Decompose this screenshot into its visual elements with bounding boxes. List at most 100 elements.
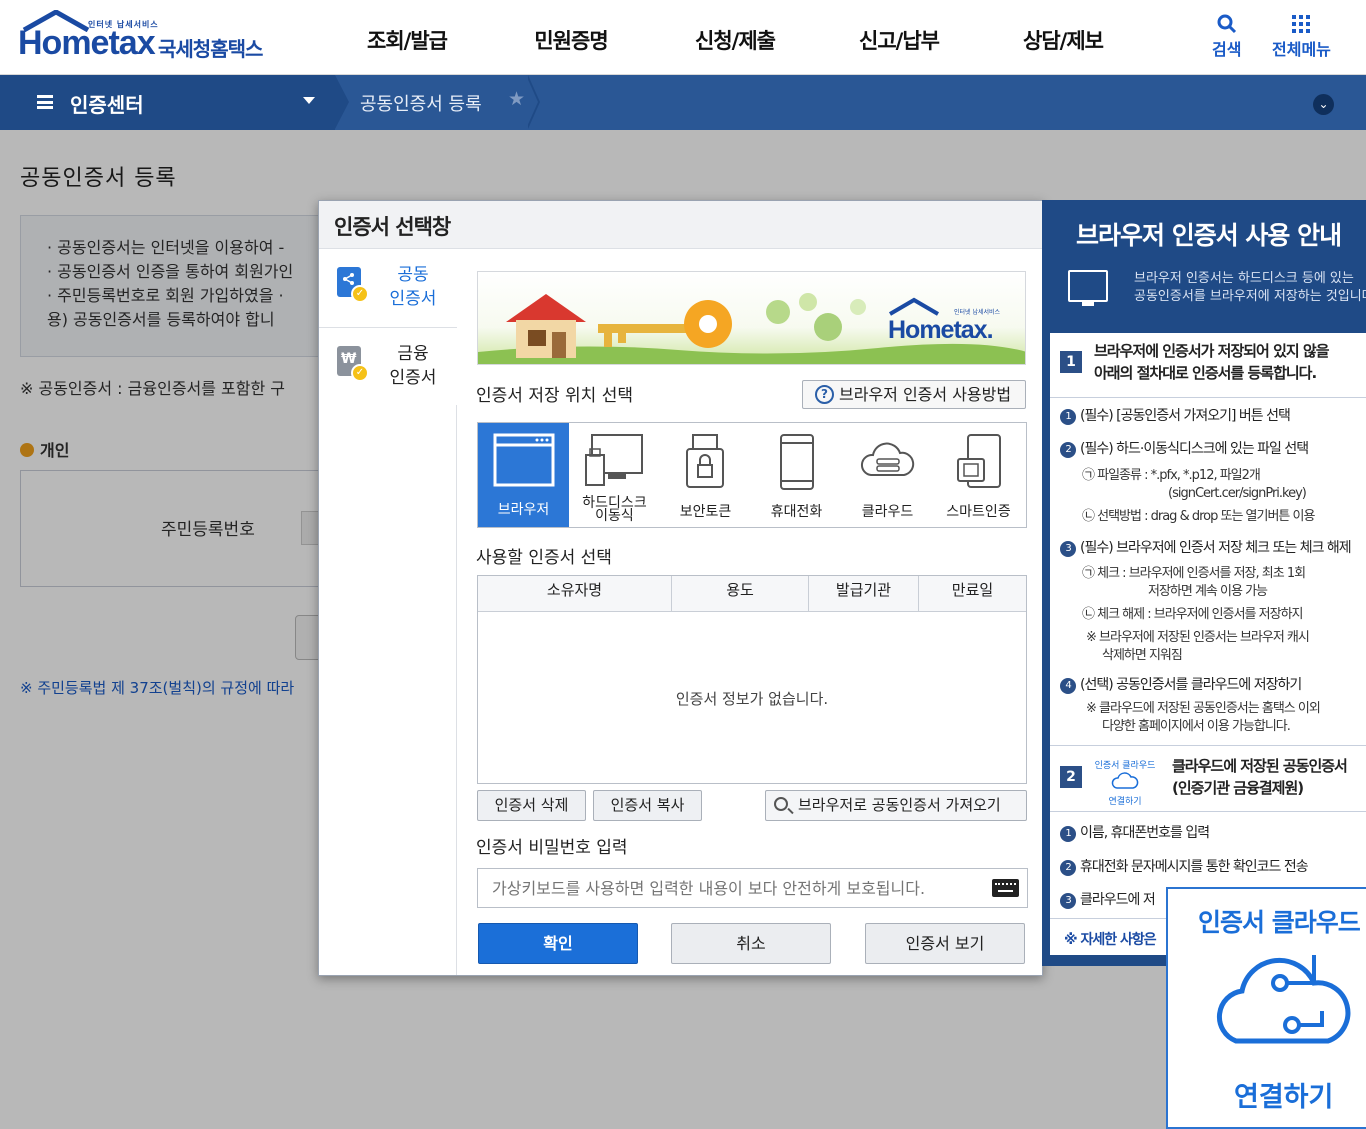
cloud-connect-mini-title: 인증서 클라우드 xyxy=(1094,761,1156,771)
check-badge-icon: ✓ xyxy=(351,364,369,382)
number-2-icon: 2 xyxy=(1060,442,1076,458)
breadcrumb-end-divider-inner xyxy=(526,75,538,129)
cloud-card-footer: 연결하기 xyxy=(1234,1082,1334,1113)
certificate-selection-modal: 인증서 선택창 ✓ 공동 인증서 ₩ ✓ 금융 인증서 Hometax. 인터넷… xyxy=(318,200,1043,976)
location-cloud[interactable]: 클라우드 xyxy=(842,423,933,527)
step-2-item-1: 1 이름, 휴대폰번호를 입력 xyxy=(1060,823,1210,843)
cert-table: 소유자명 용도 발급기관 만료일 인증서 정보가 없습니다. xyxy=(477,575,1027,784)
cert-password-input[interactable] xyxy=(477,868,1028,908)
favorite-star-icon[interactable]: ★ xyxy=(508,88,525,110)
location-security-token[interactable]: 보안토큰 xyxy=(660,423,751,527)
nav-item-consult[interactable]: 상담/제보 xyxy=(981,0,1145,75)
col-issuer[interactable]: 발급기관 xyxy=(809,576,919,611)
cert-type-sidebar: ✓ 공동 인증서 ₩ ✓ 금융 인증서 xyxy=(319,249,457,975)
cancel-button[interactable]: 취소 xyxy=(671,923,831,964)
import-browser-cert-button[interactable]: 브라우저로 공동인증서 가져오기 xyxy=(765,790,1027,821)
breadcrumb-separator xyxy=(335,75,349,129)
harddisk-usb-icon xyxy=(585,434,643,486)
search-icon xyxy=(1217,14,1236,34)
step-1-item-3a-line2: 저장하면 계속 이용 가능 xyxy=(1148,584,1268,599)
question-icon: ? xyxy=(815,385,834,404)
security-token-icon xyxy=(686,434,724,488)
col-purpose[interactable]: 용도 xyxy=(672,576,809,611)
step-1-item-1-text: (필수) [공동인증서 가져오기] 버튼 선택 xyxy=(1080,408,1291,424)
step-1-item-2-text: (필수) 하드·이동식디스크에 있는 파일 선택 xyxy=(1080,441,1309,457)
menu-title: 인증센터 xyxy=(70,93,144,117)
breadcrumb-current[interactable]: 공동인증서 등록 xyxy=(360,90,482,116)
password-title: 인증서 비밀번호 입력 xyxy=(476,838,628,858)
logo-korean-name: 국세청홈택스 xyxy=(158,37,263,61)
step-1-item-3: 3 (필수) 브라우저에 인증서 저장 체크 또는 체크 해제 xyxy=(1060,538,1352,558)
tab-financial-certificate[interactable]: ₩ ✓ 금융 인증서 xyxy=(319,327,457,405)
step-2-item-1-text: 이름, 휴대폰번호를 입력 xyxy=(1080,825,1210,841)
browser-cert-guide-label: 브라우저 인증서 사용방법 xyxy=(839,385,1012,404)
modal-header: 인증서 선택창 xyxy=(319,201,1042,249)
location-mobile-label: 휴대전화 xyxy=(770,504,823,520)
check-badge-icon: ✓ xyxy=(351,285,369,303)
guide-subtitle: 브라우저 인증서는 하드디스크 등에 있는 공동인증서를 브라우저에 저장하는 … xyxy=(1134,270,1366,306)
search-button[interactable]: 검색 xyxy=(1212,12,1241,60)
tab-joint-label-line1: 공동 xyxy=(397,265,429,285)
smart-auth-icon xyxy=(957,434,1001,488)
guide-more-link[interactable]: ※ 자세한 사항은 xyxy=(1064,930,1157,950)
search-label: 검색 xyxy=(1212,40,1242,59)
chevron-down-icon[interactable]: ⌄ xyxy=(1313,94,1334,115)
step-1-item-1: 1 (필수) [공동인증서 가져오기] 버튼 선택 xyxy=(1060,406,1291,426)
location-mobile[interactable]: 휴대전화 xyxy=(751,423,842,527)
nav-item-civil-certificate[interactable]: 민원증명 xyxy=(489,0,653,75)
sub-nav-bar: 인증센터 공동인증서 등록 ★ xyxy=(0,75,1366,130)
view-cert-button[interactable]: 인증서 보기 xyxy=(865,923,1025,964)
tab-joint-certificate[interactable]: ✓ 공동 인증서 xyxy=(319,249,457,327)
col-owner[interactable]: 소유자명 xyxy=(478,576,672,611)
number-3-icon: 3 xyxy=(1060,893,1076,909)
nav-item-inquiry[interactable]: 조회/발급 xyxy=(325,0,489,75)
caret-down-icon xyxy=(303,97,315,104)
menu-dropdown[interactable]: 인증센터 xyxy=(0,75,335,130)
monitor-icon xyxy=(1068,270,1108,306)
cert-table-empty: 인증서 정보가 없습니다. xyxy=(675,690,829,708)
hometax-banner: Hometax. 인터넷 납세서비스 xyxy=(477,271,1026,365)
delete-cert-button[interactable]: 인증서 삭제 xyxy=(477,790,586,821)
browser-cert-guide-button[interactable]: ? 브라우저 인증서 사용방법 xyxy=(802,380,1026,409)
site-header: 인터넷 납세서비스 Hometax 국세청홈택스 조회/발급 민원증명 신청/제… xyxy=(0,0,1366,75)
storage-location-list: 브라우저 하드디스크 이동식 보안토큰 휴대전화 클라우드 스마트인증 xyxy=(477,422,1027,528)
location-smart-auth-label: 스마트인증 xyxy=(946,504,1011,520)
step-1-item-3c-line1: ※ 브라우저에 저장된 인증서는 브라우저 캐시 xyxy=(1086,630,1310,645)
virtual-keyboard-icon[interactable] xyxy=(992,879,1019,897)
location-browser-label: 브라우저 xyxy=(497,502,550,518)
hamburger-icon xyxy=(37,95,53,109)
col-expiry[interactable]: 만료일 xyxy=(919,576,1026,611)
cloud-network-icon xyxy=(1216,955,1351,1044)
tab-joint-label-line2: 인증서 xyxy=(389,289,437,309)
browser-cert-guide-panel: 브라우저 인증서 사용 안내 브라우저 인증서는 하드디스크 등에 있는 공동인… xyxy=(1042,200,1366,966)
nav-item-report-payment[interactable]: 신고/납부 xyxy=(817,0,981,75)
nav-item-application[interactable]: 신청/제출 xyxy=(653,0,817,75)
grid-menu-icon xyxy=(1292,15,1311,33)
copy-cert-button[interactable]: 인증서 복사 xyxy=(593,790,702,821)
location-harddisk[interactable]: 하드디스크 이동식 xyxy=(569,423,660,527)
all-menu-button[interactable]: 전체메뉴 xyxy=(1272,12,1331,60)
step-1-item-2b: ㉡ 선택방법 : drag & drop 또는 열기버튼 이용 xyxy=(1082,509,1315,524)
cert-select-title: 사용할 인증서 선택 xyxy=(476,548,612,568)
tab-financial-label-line2: 인증서 xyxy=(389,368,437,388)
step-2-item-2-text: 휴대전화 문자메시지를 통한 확인코드 전송 xyxy=(1080,859,1309,875)
step-1-item-2a-line2: (signCert.cer/signPri.key) xyxy=(1168,486,1307,501)
step-1-number: 1 xyxy=(1060,351,1082,373)
location-browser[interactable]: 브라우저 xyxy=(478,423,569,527)
number-1-icon: 1 xyxy=(1060,409,1076,425)
location-cloud-label: 클라우드 xyxy=(861,504,914,520)
guide-divider xyxy=(1050,397,1366,398)
cloud-icon xyxy=(1111,772,1139,789)
banner-logo-text: Hometax. xyxy=(888,316,993,344)
cert-cloud-connect-card[interactable]: 인증서 클라우드 연결하기 xyxy=(1166,887,1366,1129)
hometax-logo[interactable]: 인터넷 납세서비스 Hometax 국세청홈택스 xyxy=(18,8,278,68)
step-2-item-2: 2 휴대전화 문자메시지를 통한 확인코드 전송 xyxy=(1060,857,1309,877)
step-1-item-3a-line1: ㉠ 체크 : 브라우저에 인증서를 저장, 최초 1회 xyxy=(1082,566,1306,581)
number-4-icon: 4 xyxy=(1060,678,1076,694)
confirm-button[interactable]: 확인 xyxy=(478,923,638,964)
tab-joint-label: 공동 인증서 xyxy=(383,263,443,311)
location-smart-auth[interactable]: 스마트인증 xyxy=(933,423,1024,527)
mobile-phone-icon xyxy=(780,434,814,490)
cloud-connect-mini[interactable]: 인증서 클라우드 연결하기 xyxy=(1090,758,1160,807)
guide-subtitle-line1: 브라우저 인증서는 하드디스크 등에 있는 xyxy=(1134,271,1354,286)
